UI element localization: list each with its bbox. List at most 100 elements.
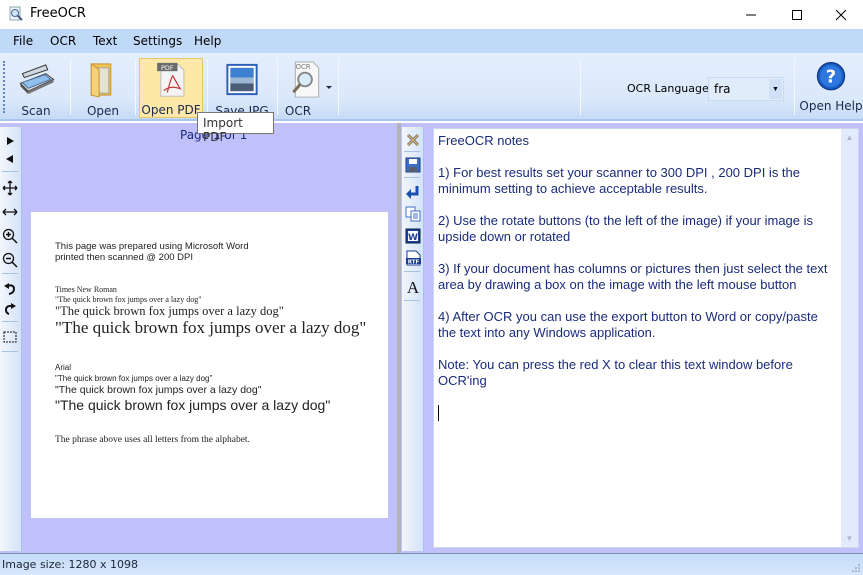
scroll-down-icon[interactable]: ▼ [841,530,858,547]
move-icon [2,180,18,196]
zoom-in-button[interactable] [0,226,20,246]
open-pdf-label: Open PDF [141,103,201,117]
toolbar-separator [135,59,136,115]
workspace: Page 1 of 1 This page was prepared using… [0,123,863,553]
strip-divider [2,171,18,172]
pan-button[interactable] [0,178,20,198]
rotate-right-button[interactable] [0,299,20,319]
ocr-language-value: fra [714,82,731,96]
doc-text: This page was prepared using Microsoft W… [55,241,249,252]
window-title: FreeOCR [30,6,86,21]
open-label: Open [86,104,120,118]
export-word-button[interactable]: W [403,226,423,246]
folder-icon [90,62,112,98]
ocr-dropdown-arrow-icon[interactable] [326,86,332,90]
font-button[interactable]: A [403,276,423,296]
floppy-disk-icon [405,157,421,173]
ocr-language-label: OCR Language: [627,82,713,95]
tooltip: Import PDF [197,112,274,144]
doc-text: "The quick brown fox jumps over a lazy d… [55,384,262,396]
open-button[interactable]: Open [77,58,129,118]
next-page-button[interactable] [0,131,20,151]
image-size-status: Image size: 1280 x 1098 [2,558,138,571]
toolbar-grip[interactable] [3,61,5,113]
strip-divider [2,321,18,322]
ocr-magnifier-icon: OCR [292,61,320,98]
close-button[interactable] [818,0,863,29]
menu-help[interactable]: Help [194,34,221,48]
menu-ocr[interactable]: OCR [50,34,76,48]
zoom-out-button[interactable] [0,250,20,270]
save-text-button[interactable] [403,155,423,175]
doc-text: "The quick brown fox jumps over a lazy d… [55,397,331,413]
strip-divider [404,151,420,152]
pdf-icon: PDF [157,62,185,97]
ocr-text-area[interactable]: FreeOCR notes 1) For best results set yo… [433,128,859,548]
ocr-button[interactable]: OCR OCR [282,58,332,118]
export-rtf-button[interactable]: RTF [403,248,423,268]
doc-text: "The quick brown fox jumps over a lazy d… [55,295,202,304]
rotate-left-button[interactable] [0,279,20,299]
doc-text: The phrase above uses all letters from t… [55,435,250,445]
app-icon [8,6,24,22]
toolbar: Scan Open PDF Open PDF Save JPG OCR OCR … [0,53,863,121]
minimize-icon [746,14,756,15]
word-document-icon: W [405,228,421,244]
svg-text:OCR: OCR [296,63,311,71]
toolbar-separator [580,59,581,115]
save-jpg-button[interactable]: Save JPG [213,58,271,118]
fit-width-button[interactable] [0,202,20,222]
menu-settings[interactable]: Settings [133,34,182,48]
rotate-left-icon [4,283,16,295]
doc-text: "The quick brown fox jumps over a lazy d… [55,304,284,318]
strip-divider [404,300,420,301]
chevron-down-icon[interactable]: ▼ [769,79,782,99]
strip-divider [2,351,18,352]
panel-splitter[interactable] [397,123,401,553]
doc-text: "The quick brown fox jumps over a lazy d… [55,318,367,337]
previous-page-button[interactable] [0,149,20,169]
resize-grip-icon[interactable] [851,563,861,573]
minimize-button[interactable] [728,0,774,29]
scan-label: Scan [21,104,51,118]
zoom-in-icon [2,228,18,244]
zoom-out-icon [2,252,18,268]
strip-divider [404,177,420,178]
vertical-scrollbar[interactable]: ▲ ▼ [841,129,858,547]
text-tools-strip: W RTF A [402,127,424,551]
text-caret [438,405,439,421]
maximize-icon [792,9,802,20]
ocr-label: OCR [284,104,312,118]
svg-text:A: A [407,278,420,295]
ocr-text-content[interactable]: FreeOCR notes 1) For best results set yo… [438,133,833,389]
scanned-page-image[interactable]: This page was prepared using Microsoft W… [31,212,388,518]
strip-divider [404,271,420,272]
rotate-right-icon [4,303,16,315]
menu-file[interactable]: File [13,34,33,48]
enter-arrow-icon [406,186,419,199]
copy-button[interactable] [403,204,423,224]
strip-divider [2,273,18,274]
selection-rectangle-icon [3,331,17,343]
insert-break-button[interactable] [403,182,423,202]
red-x-icon [406,133,420,147]
toolbar-separator [794,59,795,115]
menu-text[interactable]: Text [93,34,117,48]
toolbar-separator [277,59,278,115]
select-area-button[interactable] [0,327,20,347]
menu-bar: File OCR Text Settings Help [0,29,863,53]
scroll-up-icon[interactable]: ▲ [841,129,858,146]
font-icon: A [407,278,420,295]
scanner-icon [19,64,55,95]
ocr-language-select[interactable]: fra ▼ [708,77,784,101]
open-help-button[interactable]: ? Open Help [799,58,863,118]
clear-text-button[interactable] [403,130,423,150]
toolbar-separator [207,59,208,115]
open-pdf-button[interactable]: PDF Open PDF [139,58,203,118]
copy-icon [405,206,421,222]
svg-text:?: ? [826,67,836,88]
scan-button[interactable]: Scan [8,58,64,118]
maximize-button[interactable] [774,0,820,29]
horizontal-arrows-icon [2,208,18,216]
play-right-icon [7,137,14,145]
